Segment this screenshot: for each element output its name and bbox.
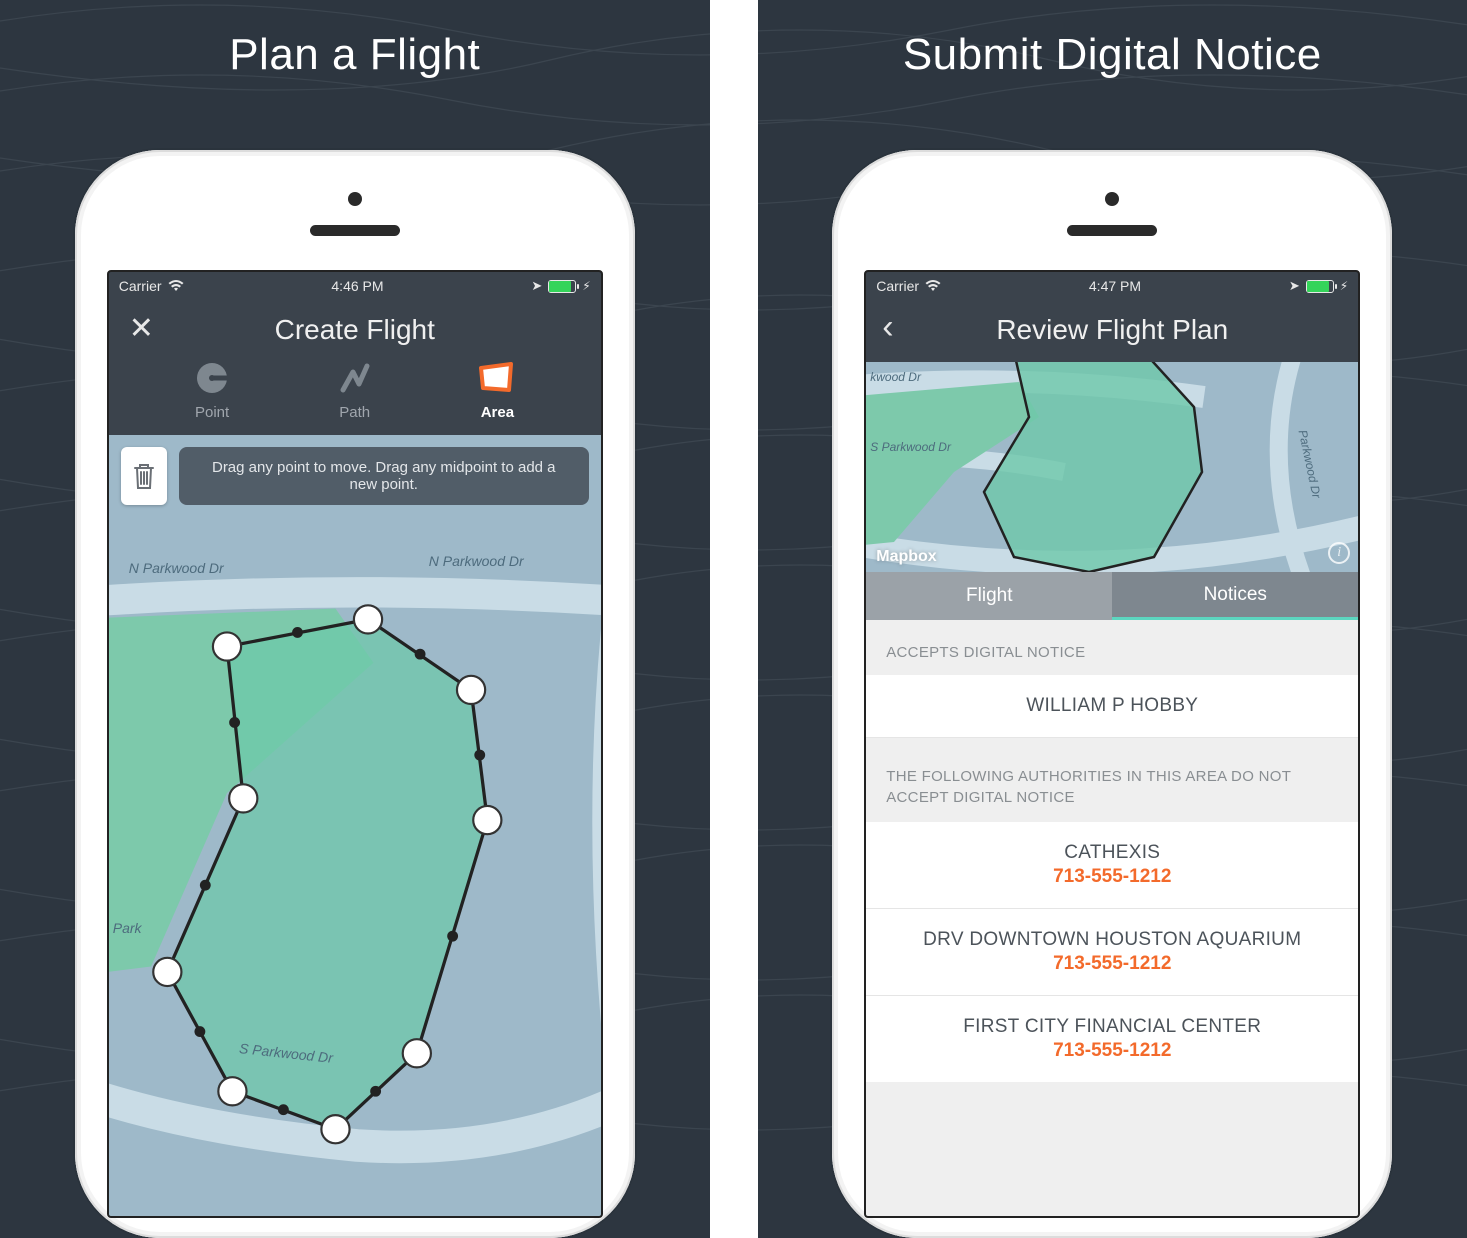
authority-name: WILLIAM P HOBBY (886, 695, 1338, 717)
road-label: Park (113, 920, 142, 936)
wifi-icon (925, 280, 941, 292)
battery-icon (1306, 280, 1334, 293)
path-icon (337, 360, 373, 396)
nav-title: Review Flight Plan (996, 314, 1228, 346)
close-button[interactable]: ✕ (129, 314, 154, 344)
location-icon: ➤ (1289, 278, 1300, 294)
review-map[interactable]: kwood Dr S Parkwood Dr Parkwood Dr Mapbo… (866, 362, 1358, 572)
mode-area[interactable]: Area (452, 360, 542, 421)
battery-icon (548, 280, 576, 293)
clock: 4:47 PM (1089, 278, 1141, 294)
map-canvas[interactable]: Drag any point to move. Drag any midpoin… (109, 435, 601, 1216)
carrier-label: Carrier (876, 278, 919, 294)
map-svg (109, 435, 601, 1216)
authority-row[interactable]: WILLIAM P HOBBY (866, 675, 1358, 738)
phone-speaker (1067, 225, 1157, 236)
panel-title-left: Plan a Flight (229, 30, 480, 80)
back-button[interactable]: ‹ (882, 310, 893, 344)
tab-notices[interactable]: Notices (1112, 572, 1358, 620)
authority-phone[interactable]: 713-555-1212 (886, 1040, 1338, 1062)
clock: 4:46 PM (331, 278, 383, 294)
mode-path[interactable]: Path (310, 360, 400, 421)
nav-title: Create Flight (275, 314, 435, 346)
road-label: kwood Dr (870, 370, 921, 384)
phone-frame-left: Carrier 4:46 PM ➤ ⚡︎ ✕ Cr (75, 150, 635, 1238)
section-header-noaccept: THE FOLLOWING AUTHORITIES IN THIS AREA D… (866, 738, 1358, 822)
mode-point[interactable]: Point (167, 360, 257, 421)
screen-review-plan: Carrier 4:47 PM ➤ ⚡︎ ‹ Re (864, 270, 1360, 1218)
trash-button[interactable] (121, 447, 167, 505)
road-label: S Parkwood Dr (870, 440, 951, 454)
tip-banner: Drag any point to move. Drag any midpoin… (179, 447, 589, 505)
minimap-svg (866, 362, 1358, 572)
authority-row[interactable]: FIRST CITY FINANCIAL CENTER 713-555-1212 (866, 996, 1358, 1082)
segment-tabs: Flight Notices (866, 572, 1358, 620)
mode-label: Area (481, 404, 514, 421)
map-attribution: Mapbox (876, 548, 936, 566)
phone-camera (348, 192, 362, 206)
panel-submit-notice: Submit Digital Notice Carrier 4:47 PM ➤ (758, 0, 1467, 1238)
nav-header: ‹ Review Flight Plan (866, 300, 1358, 362)
wifi-icon (168, 280, 184, 292)
status-bar: Carrier 4:47 PM ➤ ⚡︎ (866, 272, 1358, 300)
mode-label: Path (339, 404, 370, 421)
notices-list[interactable]: ACCEPTS DIGITAL NOTICE WILLIAM P HOBBY T… (866, 620, 1358, 1216)
authority-phone[interactable]: 713-555-1212 (886, 866, 1338, 888)
point-icon (194, 360, 230, 396)
authority-name: DRV DOWNTOWN HOUSTON AQUARIUM (886, 929, 1338, 951)
panel-divider (710, 0, 758, 1238)
tab-flight[interactable]: Flight (866, 572, 1112, 620)
nav-header: ✕ Create Flight Point (109, 300, 601, 435)
carrier-label: Carrier (119, 278, 162, 294)
trash-icon (132, 462, 156, 490)
screen-create-flight: Carrier 4:46 PM ➤ ⚡︎ ✕ Cr (107, 270, 603, 1218)
section-header-accepts: ACCEPTS DIGITAL NOTICE (866, 620, 1358, 675)
road-label: N Parkwood Dr (129, 560, 224, 576)
mode-selector: Point Path Area (125, 352, 585, 423)
status-bar: Carrier 4:46 PM ➤ ⚡︎ (109, 272, 601, 300)
authority-phone[interactable]: 713-555-1212 (886, 953, 1338, 975)
phone-camera (1105, 192, 1119, 206)
phone-frame-right: Carrier 4:47 PM ➤ ⚡︎ ‹ Re (832, 150, 1392, 1238)
charging-icon: ⚡︎ (1340, 279, 1348, 293)
authority-name: CATHEXIS (886, 842, 1338, 864)
authority-name: FIRST CITY FINANCIAL CENTER (886, 1016, 1338, 1038)
phone-speaker (310, 225, 400, 236)
authority-row[interactable]: DRV DOWNTOWN HOUSTON AQUARIUM 713-555-12… (866, 909, 1358, 996)
area-icon (477, 360, 517, 396)
road-label: N Parkwood Dr (429, 553, 524, 569)
mode-label: Point (195, 404, 229, 421)
panel-plan-flight: Plan a Flight Carrier 4:46 PM ➤ (0, 0, 710, 1238)
panel-title-right: Submit Digital Notice (903, 30, 1322, 80)
charging-icon: ⚡︎ (582, 279, 590, 293)
authority-row[interactable]: CATHEXIS 713-555-1212 (866, 822, 1358, 909)
location-icon: ➤ (531, 278, 542, 294)
